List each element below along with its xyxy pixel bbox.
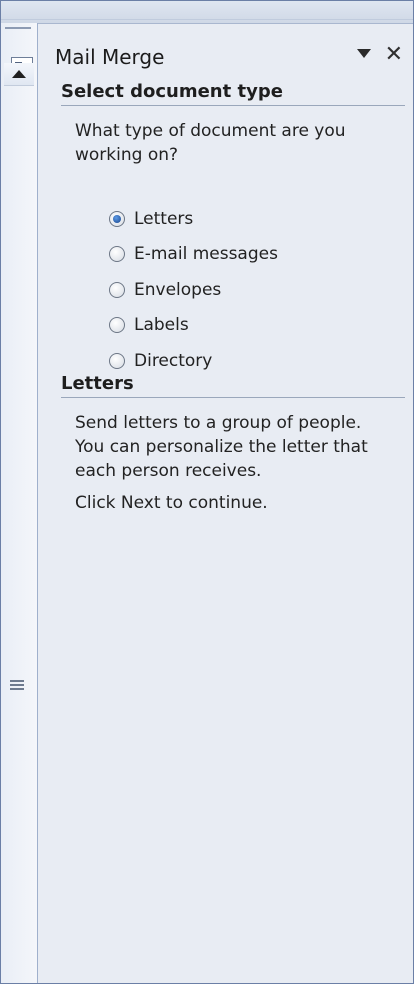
- radio-button[interactable]: [109, 317, 125, 334]
- mail-merge-task-pane: Mail Merge ✕ Select document type What t…: [43, 37, 413, 982]
- radio-option-envelopes[interactable]: Envelopes: [109, 272, 278, 308]
- vertical-ruler-scrollbar[interactable]: [1, 23, 38, 983]
- radio-button-checked[interactable]: [109, 210, 125, 227]
- radio-label[interactable]: Letters: [134, 209, 193, 229]
- ruler-strip: [1, 1, 413, 24]
- scrollbar-thumb-grip-icon[interactable]: [6, 678, 28, 692]
- radio-label[interactable]: Directory: [134, 351, 212, 371]
- radio-option-letters[interactable]: Letters: [109, 201, 278, 237]
- radio-button[interactable]: [109, 246, 125, 263]
- radio-label[interactable]: E-mail messages: [134, 244, 278, 264]
- section-heading-select-type: Select document type: [61, 81, 405, 106]
- radio-button[interactable]: [109, 352, 125, 369]
- close-icon[interactable]: ✕: [385, 43, 403, 67]
- radio-label[interactable]: Labels: [134, 315, 189, 335]
- radio-option-email[interactable]: E-mail messages: [109, 237, 278, 273]
- pane-title: Mail Merge: [55, 45, 165, 69]
- radio-option-labels[interactable]: Labels: [109, 308, 278, 344]
- document-type-radio-group: Letters E-mail messages Envelopes Labels…: [109, 201, 278, 379]
- radio-button[interactable]: [109, 281, 125, 298]
- instruction-text: Click Next to continue.: [75, 493, 268, 513]
- radio-label[interactable]: Envelopes: [134, 280, 221, 300]
- split-grip-icon[interactable]: [5, 27, 31, 29]
- scroll-up-button[interactable]: [4, 63, 34, 86]
- question-text: What type of document are you working on…: [75, 121, 346, 165]
- dropdown-arrow-icon[interactable]: [357, 49, 371, 58]
- section-heading-letters: Letters: [61, 373, 405, 398]
- description-text: Send letters to a group of people. You c…: [75, 413, 368, 481]
- word-window: Mail Merge ✕ Select document type What t…: [0, 0, 414, 984]
- scroll-up-arrow-icon: [12, 70, 26, 78]
